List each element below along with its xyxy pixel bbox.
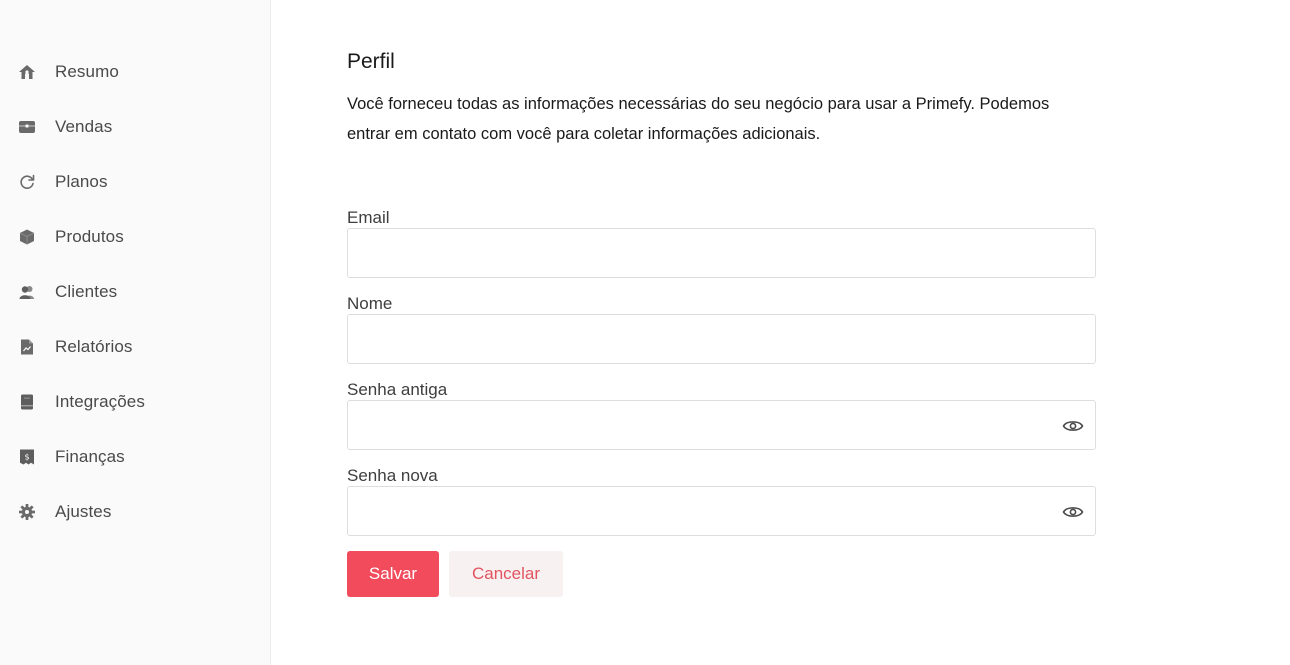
users-icon (18, 283, 36, 301)
old-password-field-group: Senha antiga (347, 380, 1096, 450)
new-password-field-group: Senha nova (347, 466, 1096, 536)
name-field-box (347, 314, 1096, 364)
sidebar-item-label: Clientes (55, 281, 118, 301)
page-title: Perfil (347, 50, 395, 73)
book-icon (18, 393, 36, 411)
page-description: Você forneceu todas as informações neces… (347, 95, 1050, 143)
box-icon (18, 228, 36, 246)
sidebar: Resumo Vendas Planos Produtos Clientes R… (0, 0, 271, 665)
sidebar-item-financas[interactable]: $ Finanças (0, 429, 270, 484)
app-window: Resumo Vendas Planos Produtos Clientes R… (0, 0, 1290, 665)
new-password-field-box (347, 486, 1096, 536)
email-label: Email (347, 208, 390, 227)
sidebar-item-produtos[interactable]: Produtos (0, 209, 270, 264)
sidebar-nav: Resumo Vendas Planos Produtos Clientes R… (0, 44, 270, 539)
sidebar-item-clientes[interactable]: Clientes (0, 264, 270, 319)
home-icon (18, 63, 36, 81)
sidebar-item-label: Produtos (55, 226, 124, 246)
refresh-icon (18, 173, 36, 191)
main-content: Perfil Você forneceu todas as informaçõe… (347, 0, 1107, 665)
show-password-icon[interactable] (1061, 415, 1085, 437)
report-icon (18, 338, 36, 356)
finance-icon: $ (18, 448, 36, 466)
show-password-icon[interactable] (1061, 501, 1085, 523)
svg-text:$: $ (24, 452, 29, 461)
wallet-icon (18, 118, 36, 136)
sidebar-item-label: Vendas (55, 116, 113, 136)
sidebar-item-label: Integrações (55, 391, 145, 411)
new-password-label: Senha nova (347, 466, 438, 485)
old-password-field-box (347, 400, 1096, 450)
sidebar-item-label: Planos (55, 171, 108, 191)
email-field[interactable] (348, 229, 1095, 277)
cancel-button[interactable]: Cancelar (449, 551, 563, 597)
sidebar-item-vendas[interactable]: Vendas (0, 99, 270, 154)
save-button[interactable]: Salvar (347, 551, 439, 597)
form-actions: Salvar Cancelar (347, 551, 563, 597)
old-password-field[interactable] (348, 401, 1095, 449)
sidebar-item-label: Finanças (55, 446, 125, 466)
new-password-field[interactable] (348, 487, 1095, 535)
old-password-label: Senha antiga (347, 380, 448, 399)
email-field-group: Email (347, 208, 1096, 278)
name-field[interactable] (348, 315, 1095, 363)
email-field-box (347, 228, 1096, 278)
name-field-group: Nome (347, 294, 1096, 364)
sidebar-item-label: Ajustes (55, 501, 112, 521)
sidebar-item-ajustes[interactable]: Ajustes (0, 484, 270, 539)
sidebar-item-planos[interactable]: Planos (0, 154, 270, 209)
sidebar-item-label: Relatórios (55, 336, 133, 356)
name-label: Nome (347, 294, 393, 313)
sidebar-item-integracoes[interactable]: Integrações (0, 374, 270, 429)
gear-icon (18, 503, 36, 521)
sidebar-item-label: Resumo (55, 61, 119, 81)
sidebar-item-relatorios[interactable]: Relatórios (0, 319, 270, 374)
sidebar-item-resumo[interactable]: Resumo (0, 44, 270, 99)
